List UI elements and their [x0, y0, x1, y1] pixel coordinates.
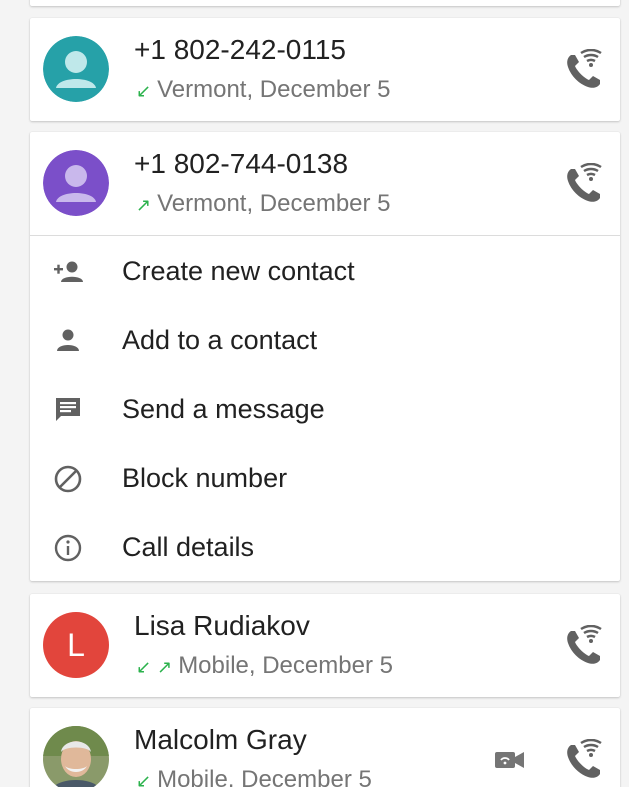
incoming-arrow-icon: ↙	[136, 81, 152, 101]
incoming-arrow-icon: ↙	[136, 657, 152, 677]
incoming-arrow-icon: ↙	[136, 771, 152, 787]
wifi-call-icon[interactable]	[562, 624, 606, 669]
add-to-contact-label: Add to a contact	[122, 325, 318, 355]
call-log-list: +1 802-242-0115 ↙ Vermont, December 5 +1…	[0, 0, 629, 787]
call-entry-1[interactable]: +1 802-242-0115 ↙ Vermont, December 5	[30, 18, 620, 121]
outgoing-arrow-icon: ↗	[136, 195, 152, 215]
video-call-icon[interactable]	[492, 742, 528, 778]
contact-avatar-icon	[43, 150, 109, 216]
add-to-contact-action[interactable]: Add to a contact	[30, 305, 620, 374]
caller-number: +1 802-242-0115	[134, 34, 346, 65]
caller-name: Malcolm Gray	[134, 724, 307, 755]
person-add-icon	[52, 256, 84, 288]
call-location-date: Mobile, December 5	[178, 652, 393, 679]
block-icon	[52, 463, 84, 495]
contact-avatar-icon	[43, 36, 109, 102]
create-new-contact-action[interactable]: Create new contact	[30, 236, 620, 305]
wifi-call-icon[interactable]	[562, 48, 606, 93]
person-icon	[52, 325, 84, 357]
wifi-call-icon[interactable]	[562, 738, 606, 783]
caller-name: Lisa Rudiakov	[134, 610, 310, 641]
contact-photo-avatar	[43, 726, 109, 787]
call-location-date: Vermont, December 5	[157, 76, 391, 103]
contact-letter-avatar: L	[43, 612, 109, 678]
previous-call-card-edge	[30, 0, 620, 6]
send-message-label: Send a message	[122, 394, 325, 424]
call-detail: ↙ Vermont, December 5	[136, 76, 391, 104]
caller-number: +1 802-744-0138	[134, 148, 349, 179]
call-entry-4[interactable]: Malcolm Gray ↙ Mobile, December 5	[30, 708, 620, 787]
block-number-label: Block number	[122, 463, 288, 493]
info-icon	[52, 532, 84, 564]
outgoing-arrow-icon: ↗	[157, 657, 173, 677]
wifi-call-icon[interactable]	[562, 162, 606, 207]
create-new-contact-label: Create new contact	[122, 256, 355, 286]
avatar-letter: L	[67, 627, 85, 663]
call-entry-3[interactable]: L Lisa Rudiakov ↙ ↗ Mobile, December 5	[30, 594, 620, 697]
call-location-date: Vermont, December 5	[157, 190, 391, 217]
call-detail: ↗ Vermont, December 5	[136, 190, 391, 218]
call-details-label: Call details	[122, 532, 255, 562]
message-icon	[52, 394, 84, 426]
call-location-date: Mobile, December 5	[157, 766, 372, 787]
call-entry-2-expanded[interactable]: +1 802-744-0138 ↗ Vermont, December 5 Cr…	[30, 132, 620, 581]
call-detail: ↙ Mobile, December 5	[136, 766, 372, 787]
call-details-action[interactable]: Call details	[30, 512, 620, 581]
call-detail: ↙ ↗ Mobile, December 5	[136, 652, 393, 680]
send-message-action[interactable]: Send a message	[30, 374, 620, 443]
block-number-action[interactable]: Block number	[30, 443, 620, 512]
